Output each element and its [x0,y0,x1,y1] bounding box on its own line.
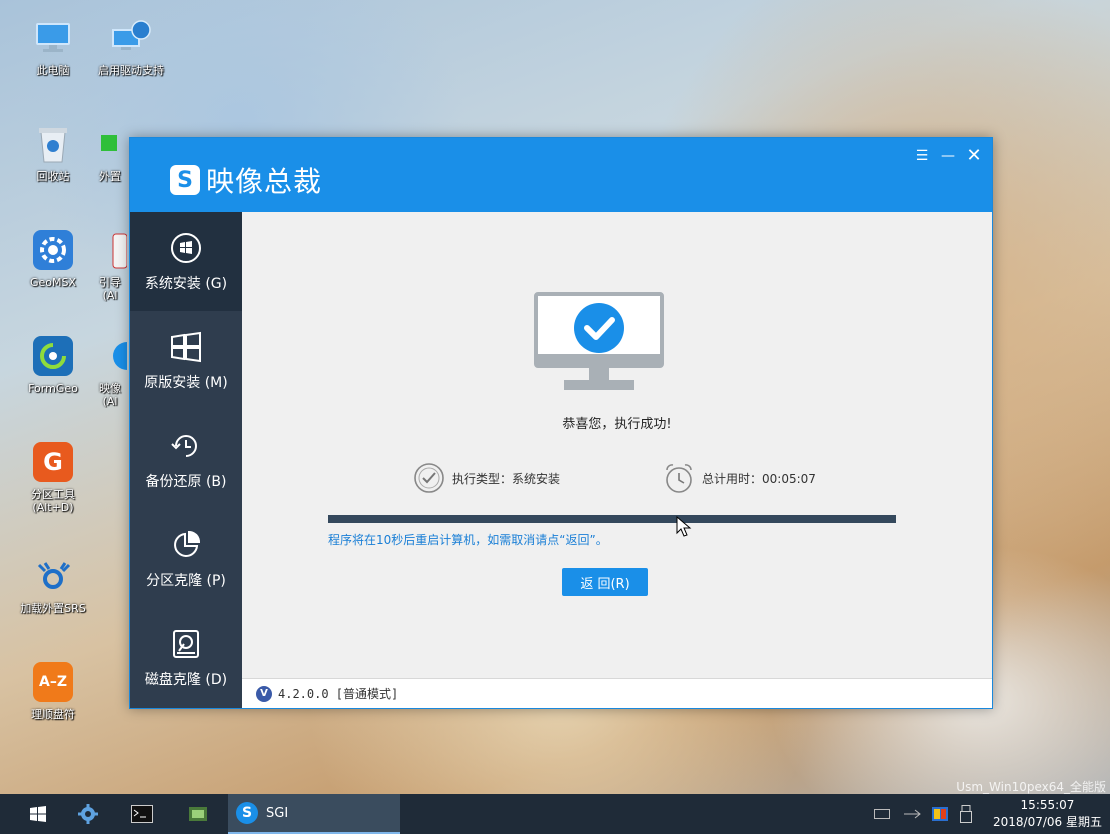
clock-time: 15:55:07 [1020,798,1075,812]
geomsx-icon [33,230,73,270]
success-message: 恭喜您，执行成功! [562,417,672,432]
taskbar-explorer-button[interactable] [178,794,218,834]
srs-icon [33,556,73,596]
success-monitor-icon [534,292,664,390]
disk-icon [169,627,203,661]
nav-backup-restore[interactable]: 备份还原 (B) [130,410,242,509]
check-circle-icon [414,463,444,493]
mouse-cursor-icon [676,516,692,537]
windows-logo-icon [169,231,203,265]
brand: S 映像总裁 [170,160,322,200]
partition-tool-icon: G [33,442,73,482]
nav-original-install[interactable]: 原版安装 (M) [130,311,242,410]
back-button[interactable]: 返 回(R) [562,568,648,596]
version-text: 4.2.0.0 [普通模式] [278,687,399,701]
desktop-icon-formgeo[interactable]: FormGeo [14,336,92,395]
taskbar-terminal-button[interactable] [122,794,162,834]
sidebar: 系统安装 (G) 原版安装 (M) 备份还原 (B) 分区克隆 (P) 磁盘克隆… [130,212,242,708]
recycle-bin-icon [33,124,73,164]
backup-clock-icon [169,429,203,463]
desktop-icon-label: 理顺盘符 [31,708,75,721]
taskbar-app-label: SGI [266,805,289,821]
desktop-icon-geomsx[interactable]: GeoMSX [14,230,92,289]
terminal-icon [131,805,153,823]
app-title: 映像总裁 [206,165,323,198]
version-badge-icon: V [256,685,272,702]
nav-label: 磁盘克隆 (D) [144,671,228,688]
nav-label: 备份还原 (B) [145,473,227,490]
computer-icon [33,18,73,58]
desktop-icon-boot-tool[interactable]: 引导 (Al [92,230,128,302]
nav-label: 系统安装 (G) [144,275,228,292]
taskbar: S SGI 15:55:07 2018/07/06 星期五 [0,794,1110,834]
taskbar-settings-button[interactable] [68,794,108,834]
desktop-icon-label: GeoMSX [29,276,77,289]
edition-watermark: Usm_Win10pex64_全能版 [956,780,1106,794]
taskbar-app-sgi[interactable]: S SGI [228,794,400,834]
result-panel: 恭喜您，执行成功! 执行类型：系统安装 总计用时：00:05:07 程序将在10… [242,212,992,678]
folder-icon [92,124,128,164]
nav-label: 原版安装 (M) [144,374,228,391]
app-window: S 映像总裁 ☰ — ✕ 系统安装 (G) 原版安装 (M) 备份还原 (B) [129,137,993,709]
menu-button[interactable]: ☰ [912,146,932,166]
alarm-clock-icon [666,464,692,493]
exec-type-text: 执行类型：系统安装 [452,471,561,486]
taskbar-clock[interactable]: 15:55:07 2018/07/06 星期五 [993,797,1102,831]
nav-system-install[interactable]: 系统安装 (G) [130,212,242,311]
exec-type-stat: 执行类型：系统安装 [412,461,560,495]
desktop-icon-partition-tool[interactable]: G 分区工具 (Alt+D) [14,442,92,514]
desktop-icon-label: 此电脑 [36,64,70,77]
close-button[interactable]: ✕ [964,146,984,166]
windows-start-icon [30,806,46,822]
disk-manager-icon [189,807,207,821]
desktop-icon-label: 启用驱动支持 [98,64,164,77]
az-sort-icon: A–Z [33,662,73,702]
desktop-icon-label: FormGeo [28,382,78,395]
tool-icon [92,230,128,270]
restart-note: 程序将在10秒后重启计算机，如需取消请点“返回”。 [328,533,608,547]
desktop-icon-imaging[interactable]: 映像 (Al [92,336,128,408]
desktop-icon-this-pc[interactable]: 此电脑 [14,18,92,77]
nav-label: 分区克隆 (P) [146,572,226,589]
desktop-icon-recycle-bin[interactable]: 回收站 [14,124,92,183]
progress-fill [328,515,896,523]
total-time-stat: 总计用时：00:05:07 [662,461,816,495]
nav-partition-clone[interactable]: 分区克隆 (P) [130,509,242,608]
imaging-icon [92,336,128,376]
minimize-button[interactable]: — [938,146,958,166]
gear-icon [78,804,98,824]
desktop-icon-label: 加载外置SRS [20,602,86,615]
sgi-app-icon: S [236,802,258,824]
desktop-icon-label: 映像 (Al [99,382,121,408]
title-bar[interactable]: S 映像总裁 ☰ — ✕ [130,138,992,212]
formgeo-icon [33,336,73,376]
total-time-text: 总计用时：00:05:07 [702,471,816,486]
desktop-icon-label: 外置 [99,170,121,183]
desktop-icon-driver-support[interactable]: 启用驱动支持 [92,18,170,77]
network-computer-icon [111,18,151,58]
desktop-icon-external[interactable]: 外置 [92,124,128,183]
app-logo-icon: S [170,165,200,195]
pie-chart-icon [169,528,203,562]
usb-tray-icon[interactable] [956,804,976,824]
desktop-icon-label: 引导 (Al [99,276,121,302]
desktop-icon-label: 回收站 [36,170,70,183]
network-tray-icon[interactable] [902,804,922,824]
display-tray-icon[interactable] [930,804,950,824]
desktop-icon-load-srs[interactable]: 加载外置SRS [14,556,92,615]
clock-date: 2018/07/06 星期五 [993,815,1102,829]
start-button[interactable] [18,794,58,834]
keyboard-tray-icon[interactable] [872,804,892,824]
nav-disk-clone[interactable]: 磁盘克隆 (D) [130,608,242,707]
status-bar: V 4.2.0.0 [普通模式] [242,678,992,708]
progress-bar [328,515,896,523]
desktop-icon-label: 分区工具 (Alt+D) [31,488,75,514]
desktop-icon-sort-drives[interactable]: A–Z 理顺盘符 [14,662,92,721]
windows-tiles-icon [169,330,203,364]
